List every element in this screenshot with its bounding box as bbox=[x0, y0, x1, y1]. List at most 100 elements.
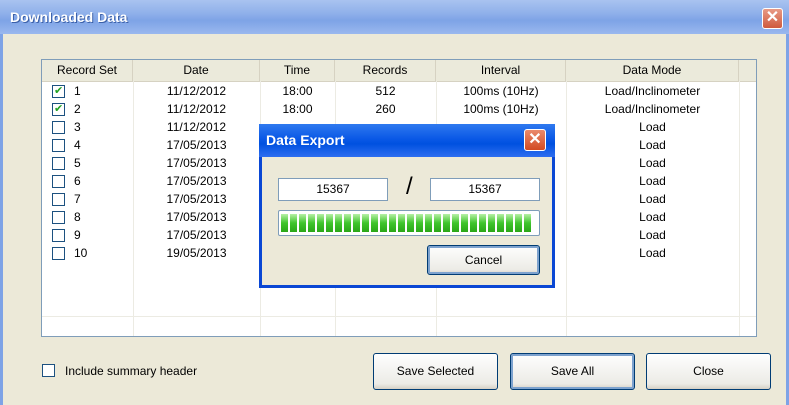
cell-mode: Load bbox=[639, 210, 666, 224]
record-set-number: 4 bbox=[74, 138, 81, 152]
close-icon: ✕ bbox=[765, 9, 780, 26]
cell-mode: Load bbox=[639, 228, 666, 242]
current-count-field: 15367 bbox=[278, 178, 388, 201]
progress-segment bbox=[443, 214, 450, 232]
record-set-number: 10 bbox=[74, 246, 88, 260]
cell-mode: Load bbox=[639, 156, 666, 170]
progress-segment bbox=[461, 214, 468, 232]
column-header-record-set[interactable]: Record Set bbox=[42, 60, 133, 81]
dialog-close-button[interactable]: ✕ bbox=[524, 129, 546, 151]
progress-segment bbox=[344, 214, 351, 232]
dialog-titlebar[interactable]: Data Export ✕ bbox=[259, 124, 555, 157]
cell-interval: 100ms (10Hz) bbox=[463, 102, 539, 116]
progress-segment bbox=[515, 214, 522, 232]
cell-mode: Load bbox=[639, 120, 666, 134]
data-export-dialog: Data Export ✕ 15367 / 15367 Cancel bbox=[259, 124, 555, 288]
progress-segment bbox=[488, 214, 495, 232]
record-set-checkbox[interactable] bbox=[52, 139, 65, 152]
cell-time: 18:00 bbox=[282, 102, 313, 116]
cell-mode: Load bbox=[639, 174, 666, 188]
list-header: Record Set Date Time Records Interval Da… bbox=[42, 60, 756, 82]
cell-mode: Load bbox=[639, 138, 666, 152]
downloaded-data-window: Downloaded Data ✕ Record Set Date Time R… bbox=[0, 0, 789, 405]
close-button[interactable]: Close bbox=[646, 353, 771, 390]
record-set-checkbox[interactable] bbox=[52, 193, 65, 206]
cell-date: 17/05/2013 bbox=[166, 174, 227, 188]
record-set-number: 6 bbox=[74, 174, 81, 188]
progress-segment bbox=[524, 214, 531, 232]
cell-time: 18:00 bbox=[282, 84, 313, 98]
column-header-time[interactable]: Time bbox=[260, 60, 335, 81]
cell-date: 11/12/2012 bbox=[166, 84, 227, 98]
progress-segment bbox=[425, 214, 432, 232]
cell-date: 19/05/2013 bbox=[166, 246, 227, 260]
progress-segment bbox=[470, 214, 477, 232]
include-summary-header-label: Include summary header bbox=[65, 364, 198, 378]
progress-segment bbox=[380, 214, 387, 232]
count-separator: / bbox=[406, 173, 413, 200]
progress-segment bbox=[326, 214, 333, 232]
progress-segment bbox=[299, 214, 306, 232]
column-header-data-mode[interactable]: Data Mode bbox=[566, 60, 739, 81]
export-progress-bar bbox=[278, 210, 540, 236]
record-set-number: 3 bbox=[74, 120, 81, 134]
cell-date: 11/12/2012 bbox=[166, 102, 227, 116]
progress-segment bbox=[479, 214, 486, 232]
progress-segment bbox=[281, 214, 288, 232]
record-set-number: 7 bbox=[74, 192, 81, 206]
cancel-button[interactable]: Cancel bbox=[427, 245, 540, 275]
close-icon: ✕ bbox=[528, 131, 542, 148]
cell-date: 11/12/2012 bbox=[166, 120, 227, 134]
progress-segment bbox=[434, 214, 441, 232]
cell-mode: Load bbox=[639, 192, 666, 206]
record-set-checkbox[interactable] bbox=[52, 211, 65, 224]
include-summary-header-checkbox[interactable] bbox=[42, 364, 55, 377]
progress-segment bbox=[452, 214, 459, 232]
cell-mode: Load/Inclinometer bbox=[604, 84, 701, 98]
cell-records: 260 bbox=[375, 102, 396, 116]
progress-segment bbox=[389, 214, 396, 232]
grid-line bbox=[42, 316, 756, 317]
record-set-checkbox[interactable] bbox=[52, 175, 65, 188]
table-row[interactable]: 2 11/12/2012 18:00 260 100ms (10Hz) Load/Incl… bbox=[42, 100, 756, 118]
progress-segment bbox=[317, 214, 324, 232]
record-set-checkbox[interactable] bbox=[52, 247, 65, 260]
record-set-number: 5 bbox=[74, 156, 81, 170]
progress-segment bbox=[353, 214, 360, 232]
cell-date: 17/05/2013 bbox=[166, 192, 227, 206]
window-title: Downloaded Data bbox=[10, 9, 128, 25]
window-close-button[interactable]: ✕ bbox=[762, 8, 783, 29]
progress-segment bbox=[407, 214, 414, 232]
progress-segment bbox=[335, 214, 342, 232]
save-all-button[interactable]: Save All bbox=[510, 353, 635, 390]
cell-date: 17/05/2013 bbox=[166, 210, 227, 224]
cell-mode: Load bbox=[639, 246, 666, 260]
record-set-checkbox[interactable] bbox=[52, 121, 65, 134]
table-row[interactable]: 1 11/12/2012 18:00 512 100ms (10Hz) Load/Incl… bbox=[42, 82, 756, 100]
record-set-number: 1 bbox=[74, 84, 81, 98]
cell-date: 17/05/2013 bbox=[166, 228, 227, 242]
progress-segment bbox=[371, 214, 378, 232]
progress-segment bbox=[506, 214, 513, 232]
record-set-number: 2 bbox=[74, 102, 81, 116]
progress-segment bbox=[290, 214, 297, 232]
window-titlebar[interactable]: Downloaded Data ✕ bbox=[0, 0, 789, 34]
record-set-checkbox[interactable] bbox=[52, 102, 65, 116]
cell-date: 17/05/2013 bbox=[166, 138, 227, 152]
record-set-checkbox[interactable] bbox=[52, 157, 65, 170]
progress-fill bbox=[281, 214, 537, 232]
progress-segment bbox=[497, 214, 504, 232]
total-count-field: 15367 bbox=[430, 178, 540, 201]
column-header-date[interactable]: Date bbox=[133, 60, 260, 81]
save-selected-button[interactable]: Save Selected bbox=[373, 353, 498, 390]
cell-records: 512 bbox=[375, 84, 396, 98]
column-header-records[interactable]: Records bbox=[335, 60, 436, 81]
dialog-title: Data Export bbox=[266, 132, 345, 148]
record-set-number: 8 bbox=[74, 210, 81, 224]
column-header-interval[interactable]: Interval bbox=[436, 60, 566, 81]
record-set-checkbox[interactable] bbox=[52, 84, 65, 98]
record-set-checkbox[interactable] bbox=[52, 229, 65, 242]
cell-interval: 100ms (10Hz) bbox=[463, 84, 539, 98]
cell-mode: Load/Inclinometer bbox=[604, 102, 701, 116]
record-set-number: 9 bbox=[74, 228, 81, 242]
